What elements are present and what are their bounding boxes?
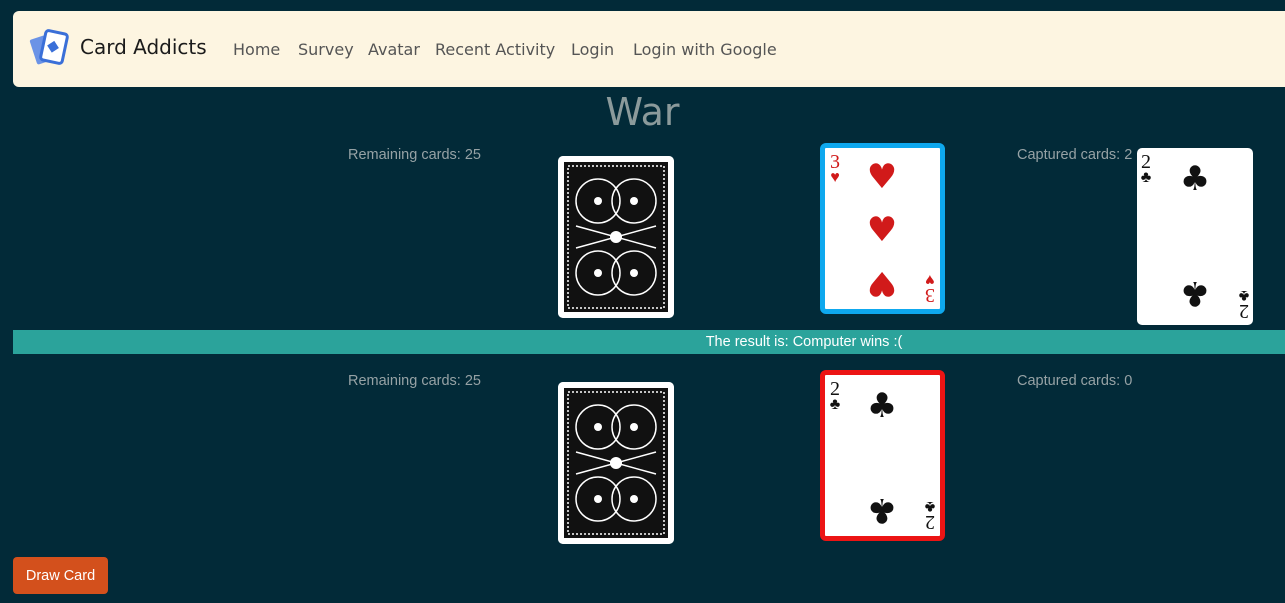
computer-played-card: 3 ♥ ♥ ♥ ♥ ♥ 3 xyxy=(820,143,945,314)
card-rank: 3 xyxy=(830,151,840,173)
nav-avatar[interactable]: Avatar xyxy=(368,40,420,59)
player-remaining-label: Remaining cards: 25 xyxy=(348,373,481,389)
draw-card-button[interactable]: Draw Card xyxy=(13,557,108,594)
club-pip: ♣ xyxy=(866,490,898,530)
computer-remaining-label: Remaining cards: 25 xyxy=(348,147,481,163)
nav-login-google[interactable]: Login with Google xyxy=(633,40,777,59)
heart-pip: ♥ xyxy=(866,210,898,250)
result-text: The result is: Computer wins :( xyxy=(705,334,903,350)
club-pip: ♣ xyxy=(866,386,898,426)
player-captured-label: Captured cards: 0 xyxy=(1017,373,1133,389)
nav-login[interactable]: Login xyxy=(571,40,614,59)
computer-deck-card-back xyxy=(558,156,674,318)
brand-name[interactable]: Card Addicts xyxy=(80,35,207,59)
card-suit-small: ♣ xyxy=(829,396,841,413)
card-suit-small: ♣ xyxy=(1140,169,1152,186)
club-pip: ♣ xyxy=(1179,159,1211,199)
card-rank: 2 xyxy=(925,511,935,533)
player-deck-card-back[interactable] xyxy=(558,382,674,544)
navbar: Card Addicts Home Survey Avatar Recent A… xyxy=(13,11,1285,87)
card-rank: 2 xyxy=(1141,151,1151,173)
heart-pip: ♥ xyxy=(866,263,898,303)
computer-captured-card: 2 ♣ ♣ ♣ ♣ 2 xyxy=(1137,148,1253,325)
result-bar: The result is: Computer wins :( xyxy=(13,330,1285,354)
page-title: War xyxy=(605,90,680,134)
club-pip: ♣ xyxy=(1179,273,1211,313)
card-suit-small: ♥ xyxy=(830,169,840,186)
nav-recent-activity[interactable]: Recent Activity xyxy=(435,40,555,59)
card-rank: 2 xyxy=(1239,300,1249,322)
heart-pip: ♥ xyxy=(866,157,898,197)
card-rank: 3 xyxy=(925,284,935,306)
computer-captured-label: Captured cards: 2 xyxy=(1017,147,1133,163)
card-logo-icon[interactable] xyxy=(29,27,73,71)
player-played-card: 2 ♣ ♣ ♣ ♣ 2 xyxy=(820,370,945,541)
nav-survey[interactable]: Survey xyxy=(298,40,354,59)
nav-home[interactable]: Home xyxy=(233,40,280,59)
card-rank: 2 xyxy=(830,378,840,400)
